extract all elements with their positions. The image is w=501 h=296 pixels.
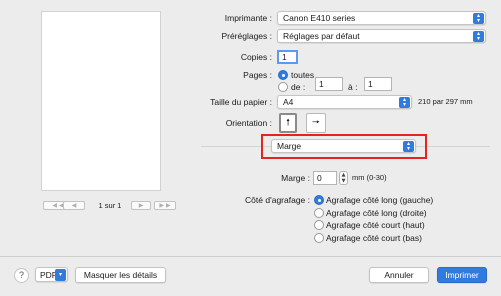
portrait-orientation-button[interactable]: 🠕 xyxy=(279,113,297,133)
stapling-option-label: Agrafage côté long (droite) xyxy=(326,208,427,218)
pages-to-label: à : xyxy=(348,82,358,92)
help-icon: ? xyxy=(18,270,24,280)
pages-all-label: toutes xyxy=(291,70,315,80)
chevron-down-icon: ▾ xyxy=(55,268,66,281)
highlight-box xyxy=(261,134,427,159)
hide-details-label: Masquer les détails xyxy=(83,270,158,280)
print-button[interactable]: Imprimer xyxy=(437,267,487,283)
print-label: Imprimer xyxy=(445,270,479,280)
stapling-option-label: Agrafage côté court (bas) xyxy=(326,233,422,243)
stapling-option-radio-1[interactable] xyxy=(314,208,324,218)
pdf-label: PDF xyxy=(40,269,55,280)
footer-separator xyxy=(0,256,501,257)
pdf-menu-button[interactable]: PDF ▾ xyxy=(35,267,68,282)
landscape-orientation-button[interactable]: 🠖 xyxy=(306,113,326,133)
cancel-label: Annuler xyxy=(384,270,414,280)
preview-next-button[interactable]: ▶ xyxy=(131,201,151,210)
printer-label: Imprimante : xyxy=(224,13,272,23)
pages-from-input[interactable]: 1 xyxy=(315,77,343,91)
stapling-label: Côté d'agrafage : xyxy=(245,195,310,205)
left-arrow-icon: ◀ xyxy=(71,202,77,209)
copies-label: Copies : xyxy=(240,52,272,62)
margin-label: Marge : xyxy=(281,173,310,183)
paper-dimensions: 210 par 297 mm xyxy=(418,97,473,106)
margin-stepper[interactable]: ▲ ▼ xyxy=(339,171,348,185)
hide-details-button[interactable]: Masquer les détails xyxy=(75,267,166,283)
stapling-option-label: Agrafage côté court (haut) xyxy=(326,220,425,230)
printer-value: Canon E410 series xyxy=(283,13,356,23)
chevron-updown-icon: ▴ ▾ xyxy=(399,96,410,108)
stapling-option-radio-3[interactable] xyxy=(314,233,324,243)
paper-size-popup[interactable]: A4 ▴ ▾ xyxy=(277,95,412,109)
presets-label: Préréglages : xyxy=(221,31,272,41)
pages-label: Pages : xyxy=(243,70,272,80)
stapling-option-radio-2[interactable] xyxy=(314,220,324,230)
presets-value: Réglages par défaut xyxy=(283,31,360,41)
pages-to-input[interactable]: 1 xyxy=(364,77,392,91)
print-preview xyxy=(41,11,161,191)
help-button[interactable]: ? xyxy=(14,268,29,283)
stepper-down-icon: ▼ xyxy=(341,178,346,184)
cancel-button[interactable]: Annuler xyxy=(369,267,429,283)
stapling-option-label: Agrafage côté long (gauche) xyxy=(326,195,434,205)
landscape-orientation-icon: 🠖 xyxy=(312,118,320,128)
copies-input[interactable]: 1 xyxy=(277,50,298,64)
preview-prev-button[interactable]: ◀ xyxy=(63,201,85,210)
pages-range-radio[interactable] xyxy=(278,82,288,92)
pages-from-label: de : xyxy=(291,82,306,92)
orientation-label: Orientation : xyxy=(225,118,272,128)
right-arrow-icon: ▶ xyxy=(138,202,144,209)
page-count: 1 sur 1 xyxy=(98,201,122,210)
stapling-option-radio-0[interactable] xyxy=(314,195,324,205)
pages-all-radio[interactable] xyxy=(278,70,288,80)
preview-next-last-button[interactable]: ▶ ▶ xyxy=(154,201,176,210)
double-right-arrow-icon: ▶ ▶ xyxy=(159,202,171,209)
margin-unit: mm (0-30) xyxy=(352,173,387,182)
printer-popup[interactable]: Canon E410 series ▴ ▾ xyxy=(277,11,486,25)
margin-input[interactable]: 0 xyxy=(313,171,337,185)
double-left-arrow-icon: ◀ ◀ xyxy=(52,202,64,209)
portrait-orientation-icon: 🠕 xyxy=(286,118,290,128)
chevron-updown-icon: ▴ ▾ xyxy=(473,30,484,42)
chevron-updown-icon: ▴ ▾ xyxy=(473,12,484,24)
presets-popup[interactable]: Réglages par défaut ▴ ▾ xyxy=(277,29,486,43)
paper-size-label: Taille du papier : xyxy=(210,97,272,107)
paper-size-value: A4 xyxy=(283,97,294,107)
